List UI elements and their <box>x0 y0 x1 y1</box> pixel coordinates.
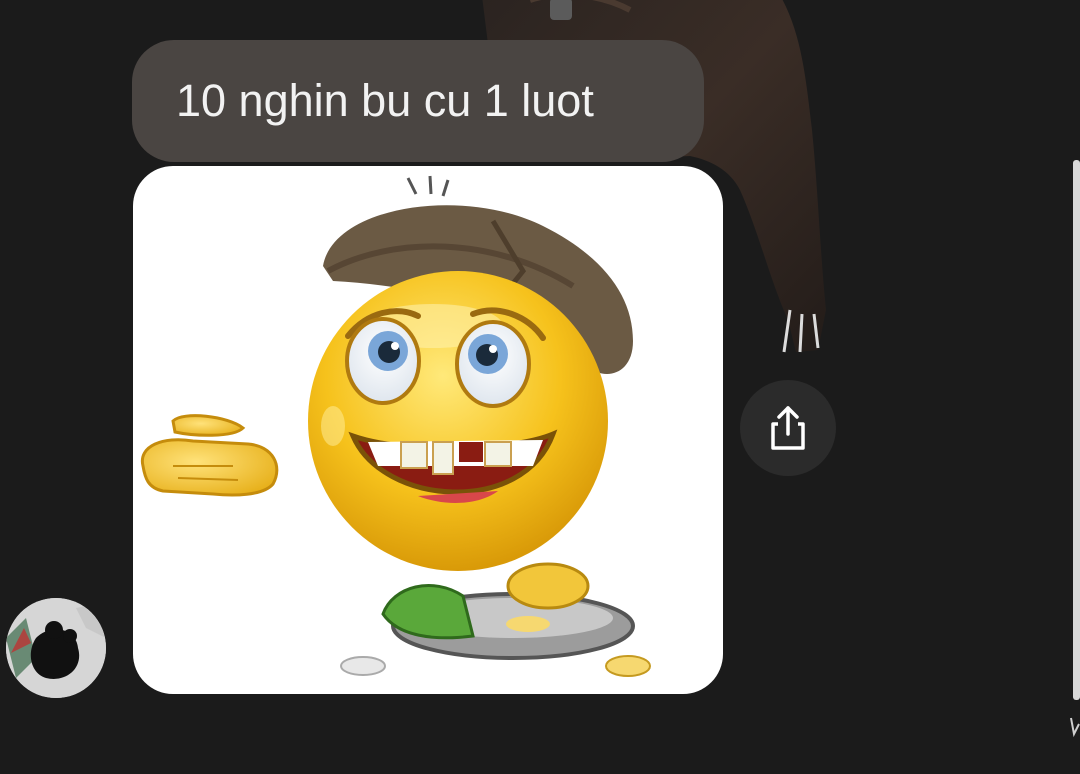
share-button[interactable] <box>740 380 836 476</box>
message-text: 10 nghin bu cu 1 luot <box>176 75 594 126</box>
sticker-message[interactable] <box>133 166 723 694</box>
chat-conversation-view: 10 nghin bu cu 1 luot <box>0 0 1080 774</box>
begging-emoji-sticker-icon <box>140 175 651 677</box>
sender-avatar[interactable] <box>6 598 106 698</box>
scroll-down-arrow-icon[interactable] <box>1068 712 1080 742</box>
scrollbar[interactable] <box>1073 160 1080 700</box>
avatar-icon <box>6 598 106 698</box>
share-icon <box>771 406 805 450</box>
message-bubble[interactable]: 10 nghin bu cu 1 luot <box>132 40 704 162</box>
